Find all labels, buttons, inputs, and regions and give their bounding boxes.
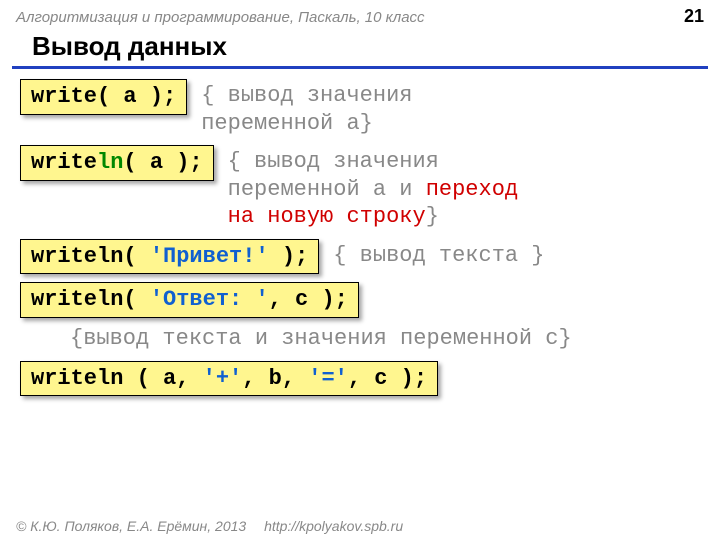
comment-2-line3b: }	[426, 204, 439, 229]
comment-2-line1: { вывод значения	[228, 149, 439, 174]
comment-3: { вывод текста }	[333, 239, 544, 270]
code-lit2: '='	[308, 366, 348, 391]
comment-2-line3a: на новую строку	[228, 204, 426, 229]
code-literal: 'Привет!'	[150, 244, 269, 269]
code-writeln-text-var: writeln( 'Ответ: ', c );	[20, 282, 359, 318]
example-row-3: writeln( 'Привет!' ); { вывод текста }	[20, 239, 700, 275]
code-post: );	[269, 244, 309, 269]
slide-footer: © К.Ю. Поляков, Е.А. Ерёмин, 2013 http:/…	[16, 518, 403, 534]
comment-4: {вывод текста и значения переменной c}	[70, 326, 700, 351]
code-pre: writeln(	[31, 244, 150, 269]
code-write: write( a );	[20, 79, 187, 115]
code-ln: ln	[97, 150, 123, 175]
code-pre: write	[31, 150, 97, 175]
course-label: Алгоритмизация и программирование, Паска…	[16, 9, 425, 26]
example-row-1: write( a ); { вывод значения переменной …	[20, 79, 700, 137]
comment-1: { вывод значения переменной a}	[201, 79, 412, 137]
code-lit1: '+'	[203, 366, 243, 391]
example-row-2: writeln( a ); { вывод значения переменно…	[20, 145, 700, 231]
example-row-4: writeln( 'Ответ: ', c );	[20, 282, 700, 318]
code-post: ( a );	[123, 150, 202, 175]
footer-url: http://kpolyakov.spb.ru	[264, 518, 403, 534]
slide-title: Вывод данных	[12, 29, 708, 69]
page-number: 21	[684, 6, 704, 27]
slide-content: write( a ); { вывод значения переменной …	[0, 79, 720, 396]
code-writeln-multi: writeln ( a, '+', b, '=', c );	[20, 361, 438, 397]
code-pre: writeln(	[31, 287, 150, 312]
comment-2: { вывод значения переменной a и переход …	[228, 145, 518, 231]
code-writeln: writeln( a );	[20, 145, 214, 181]
copyright-text: © К.Ю. Поляков, Е.А. Ерёмин, 2013	[16, 518, 246, 534]
example-row-5: writeln ( a, '+', b, '=', c );	[20, 361, 700, 397]
comment-2-line2b: переход	[426, 177, 518, 202]
code-p2: , b,	[242, 366, 308, 391]
code-writeln-text: writeln( 'Привет!' );	[20, 239, 319, 275]
code-p3: , c );	[348, 366, 427, 391]
code-literal: 'Ответ: '	[150, 287, 269, 312]
comment-2-line2a: переменной a и	[228, 177, 426, 202]
code-post: , c );	[269, 287, 348, 312]
comment-1-line2: переменной a}	[201, 111, 373, 136]
comment-1-line1: { вывод значения	[201, 83, 412, 108]
code-p1: writeln ( a,	[31, 366, 203, 391]
slide-header: Алгоритмизация и программирование, Паска…	[0, 0, 720, 29]
